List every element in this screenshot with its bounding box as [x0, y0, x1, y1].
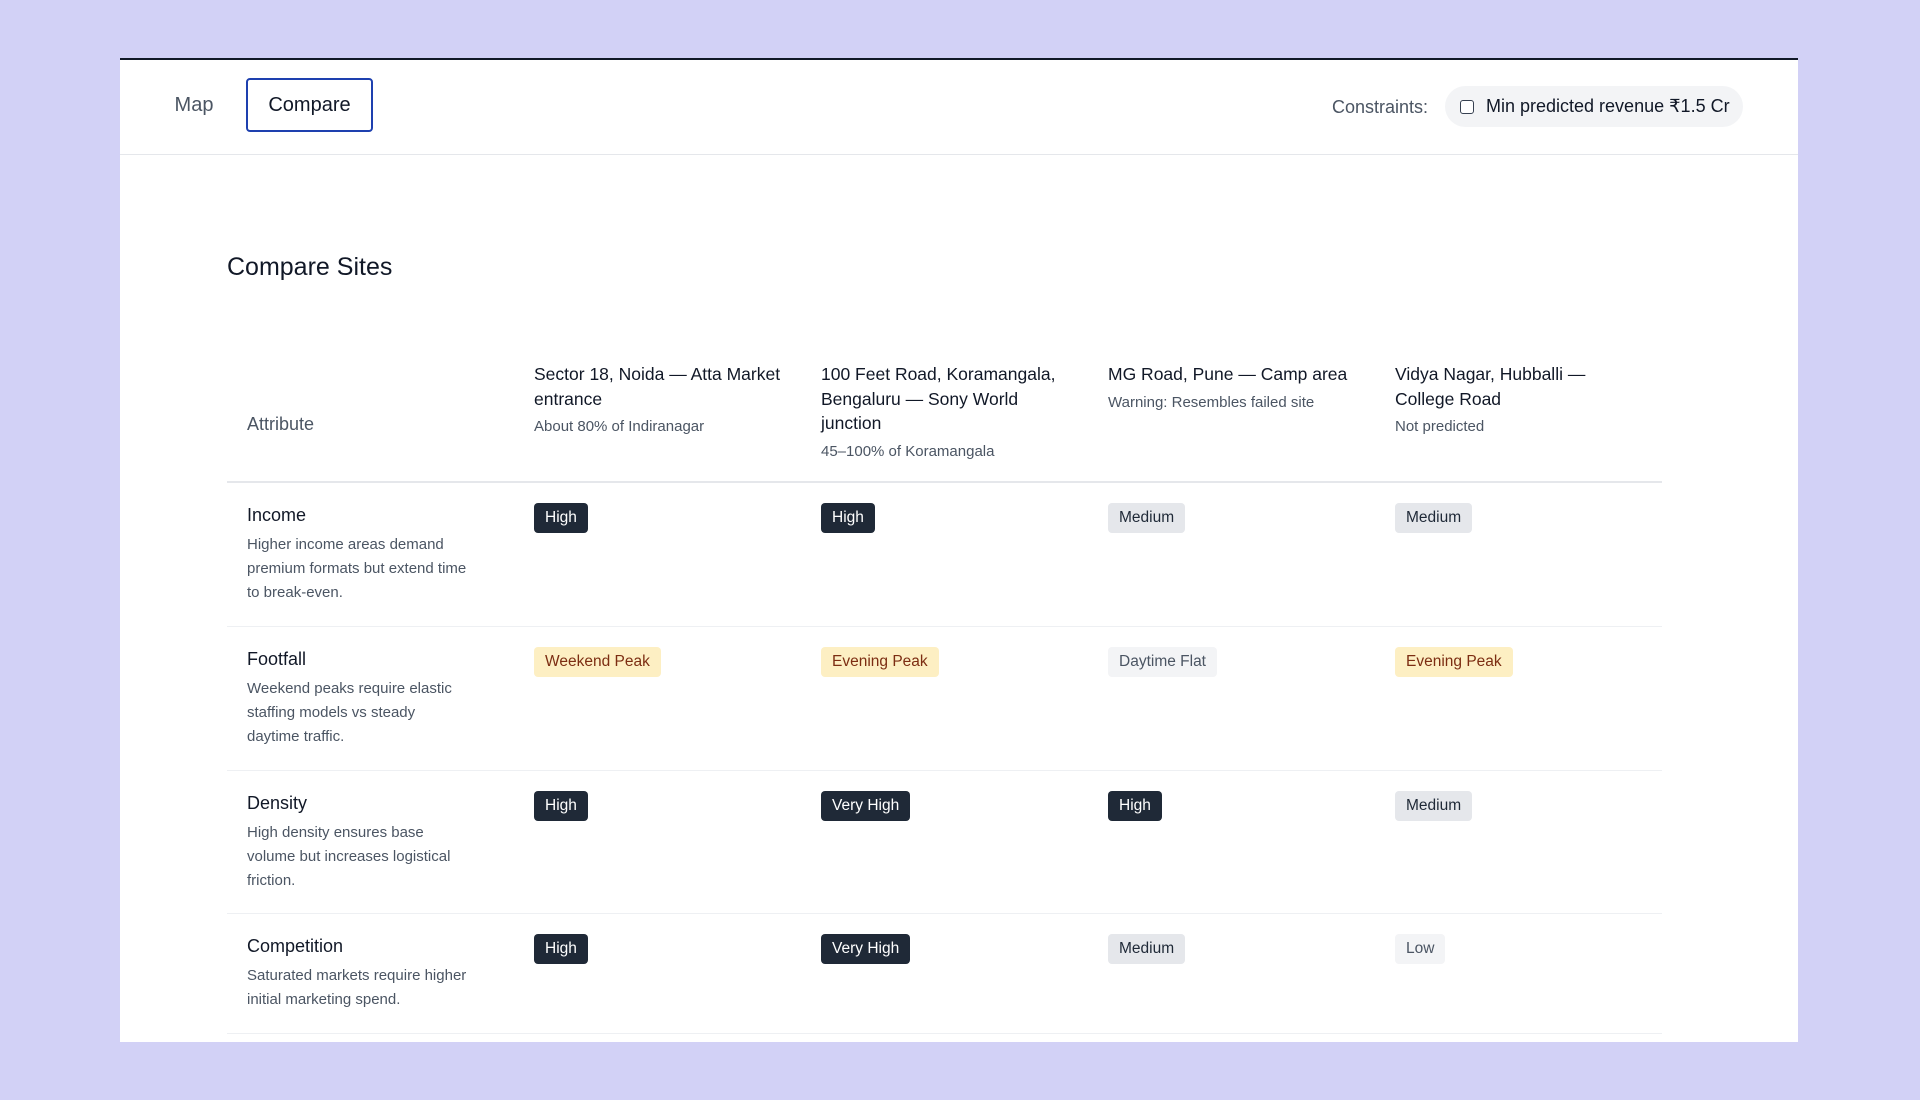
- tab-map[interactable]: Map: [146, 78, 242, 132]
- attribute-name: Competition: [247, 936, 344, 956]
- attribute-description: High density ensures base volume but inc…: [247, 824, 451, 889]
- site-name: Sector 18, Noida — Atta Market entrance: [534, 364, 781, 409]
- constraints-label: Constraints:: [1332, 97, 1429, 117]
- value-badge: Very High: [821, 934, 911, 964]
- tab-compare[interactable]: Compare: [246, 78, 373, 132]
- constraint-min-revenue-toggle[interactable]: Min predicted revenue ₹1.5 Cr: [1445, 86, 1743, 127]
- value-badge: High: [534, 503, 588, 533]
- site-note: 45–100% of Koramangala: [821, 442, 995, 460]
- page-title: Compare Sites: [227, 253, 393, 281]
- site-warning: Warning: Resembles failed site: [1108, 393, 1315, 411]
- site-note: Not predicted: [1395, 418, 1485, 435]
- value-badge: Weekend Peak: [534, 647, 661, 677]
- table-row-density: Density High density ensures base volume…: [227, 771, 1662, 914]
- site-name: MG Road, Pune — Camp area: [1108, 364, 1348, 384]
- attribute-description: Higher income areas demand premium forma…: [247, 536, 467, 601]
- site-note: About 80% of Indiranagar: [534, 418, 705, 435]
- app-window: Map Compare Constraints: Min predicted r…: [120, 58, 1798, 1042]
- table-row-competition: Competition Saturated markets require hi…: [227, 914, 1662, 1034]
- table-header: Attribute Sector 18, Noida — Atta Market…: [227, 348, 1662, 483]
- site-column-header: Sector 18, Noida — Atta Market entrance …: [534, 362, 784, 437]
- table-row-income: Income Higher income areas demand premiu…: [227, 483, 1662, 627]
- value-badge: High: [821, 503, 875, 533]
- attribute-description: Weekend peaks require elastic staffing m…: [247, 680, 452, 745]
- value-badge: Evening Peak: [821, 647, 939, 677]
- compare-table: Attribute Sector 18, Noida — Atta Market…: [227, 348, 1662, 1034]
- value-badge: Medium: [1395, 791, 1473, 821]
- site-column-header: Vidya Nagar, Hubballi — College Road Not…: [1395, 362, 1645, 437]
- value-badge: Daytime Flat: [1108, 647, 1217, 677]
- table-row-footfall: Footfall Weekend peaks require elastic s…: [227, 627, 1662, 771]
- value-badge: Medium: [1108, 503, 1186, 533]
- min-revenue-checkbox[interactable]: [1460, 99, 1474, 114]
- value-badge: Medium: [1108, 934, 1186, 964]
- value-badge: High: [534, 791, 588, 821]
- top-bar: Map Compare Constraints: Min predicted r…: [120, 60, 1798, 155]
- site-name: Vidya Nagar, Hubballi — College Road: [1395, 364, 1586, 409]
- value-badge: High: [1108, 791, 1162, 821]
- attribute-column-header: Attribute: [247, 414, 315, 434]
- site-name: 100 Feet Road, Koramangala, Bengaluru — …: [821, 364, 1056, 433]
- attribute-name: Footfall: [247, 649, 307, 669]
- value-badge: Very High: [821, 791, 911, 821]
- attribute-name: Income: [247, 505, 307, 525]
- value-badge: Low: [1395, 934, 1446, 964]
- value-badge: High: [534, 934, 588, 964]
- value-badge: Evening Peak: [1395, 647, 1513, 677]
- site-column-header: 100 Feet Road, Koramangala, Bengaluru — …: [821, 362, 1071, 462]
- attribute-name: Density: [247, 793, 308, 813]
- site-column-header: MG Road, Pune — Camp area Warning: Resem…: [1108, 362, 1358, 413]
- constraint-label: Min predicted revenue ₹1.5 Cr: [1486, 96, 1730, 116]
- attribute-description: Saturated markets require higher initial…: [247, 967, 467, 1008]
- value-badge: Medium: [1395, 503, 1473, 533]
